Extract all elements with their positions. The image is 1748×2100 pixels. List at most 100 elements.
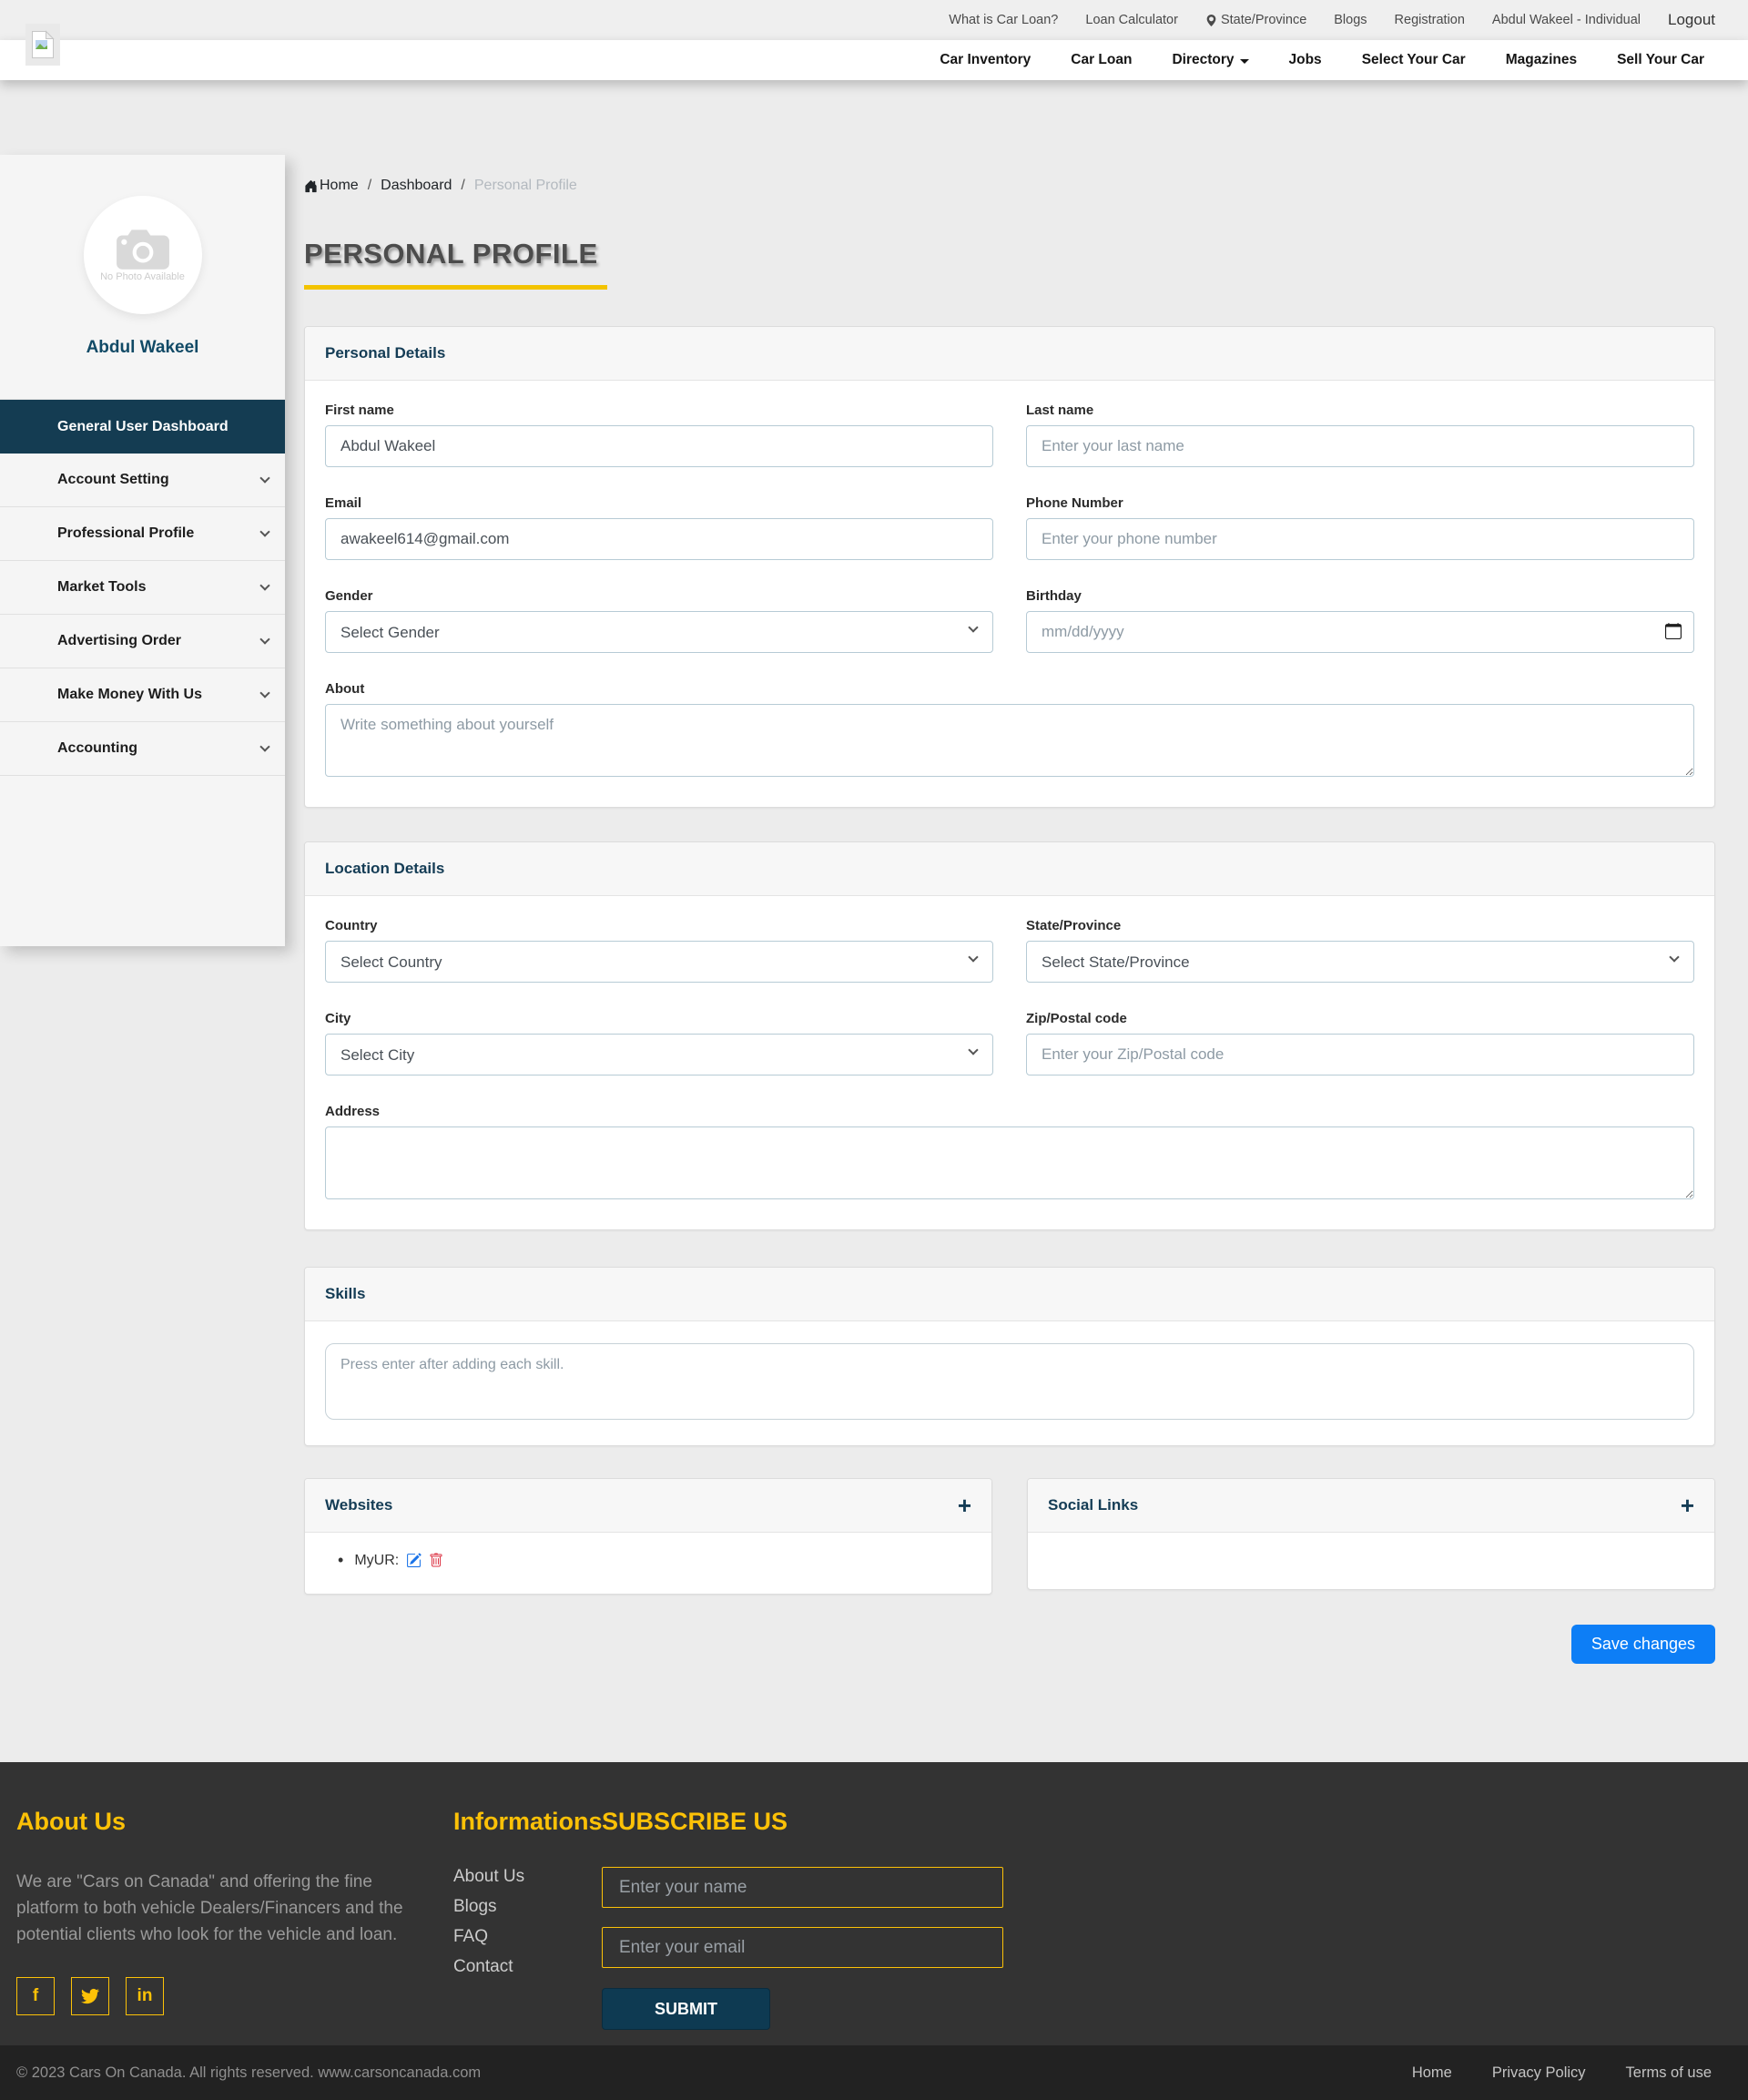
address-field-group: Address bbox=[325, 1104, 1694, 1204]
map-pin-icon bbox=[1205, 14, 1217, 27]
skills-input[interactable]: Press enter after adding each skill. bbox=[325, 1343, 1694, 1420]
chevron-down-icon bbox=[259, 688, 269, 698]
subscribe-name-input[interactable] bbox=[602, 1867, 1003, 1908]
topbar-link-state-province[interactable]: State/Province bbox=[1205, 13, 1306, 27]
website-entry-label: MyUR: bbox=[354, 1553, 399, 1569]
nav-jobs[interactable]: Jobs bbox=[1289, 52, 1322, 68]
nav-magazines[interactable]: Magazines bbox=[1506, 52, 1577, 68]
email-field-group: Email bbox=[325, 495, 993, 560]
social-links-heading: Social Links bbox=[1048, 1496, 1138, 1514]
nav-sell-your-car[interactable]: Sell Your Car bbox=[1617, 52, 1704, 68]
chevron-down-icon bbox=[259, 473, 269, 483]
title-underline bbox=[304, 285, 607, 290]
breadcrumb-current: Personal Profile bbox=[474, 178, 577, 194]
nav-directory[interactable]: Directory bbox=[1172, 52, 1248, 68]
websites-heading: Websites bbox=[325, 1496, 392, 1514]
camera-icon bbox=[115, 228, 171, 270]
topbar-link-registration[interactable]: Registration bbox=[1395, 13, 1465, 27]
about-label: About bbox=[325, 681, 1694, 697]
sidebar-item-accounting[interactable]: Accounting bbox=[0, 722, 285, 776]
subscribe-submit-button[interactable]: SUBMIT bbox=[602, 1988, 770, 2030]
email-input[interactable] bbox=[325, 518, 993, 560]
website-list-item: • MyUR: bbox=[325, 1551, 971, 1570]
avatar: No Photo Available bbox=[84, 196, 202, 314]
sidebar-item-account-setting[interactable]: Account Setting bbox=[0, 454, 285, 507]
state-field-group: State/Province Select State/Province bbox=[1026, 918, 1694, 983]
main-area: No Photo Available Abdul Wakeel General … bbox=[0, 80, 1748, 1762]
footer-bottom-bar: © 2023 Cars On Canada. All rights reserv… bbox=[0, 2045, 1748, 2100]
birthday-field-group: Birthday bbox=[1026, 588, 1694, 653]
state-select[interactable]: Select State/Province bbox=[1026, 941, 1694, 983]
save-changes-button[interactable]: Save changes bbox=[1571, 1625, 1715, 1664]
copyright-text: © 2023 Cars On Canada. All rights reserv… bbox=[16, 2064, 481, 2082]
footer: About Us We are "Cars on Canada" and off… bbox=[0, 1762, 1748, 2045]
sidebar-item-market-tools[interactable]: Market Tools bbox=[0, 561, 285, 615]
add-social-link-button[interactable]: + bbox=[1681, 1496, 1694, 1514]
footer-about-text: We are "Cars on Canada" and offering the… bbox=[16, 1869, 435, 1948]
zip-label: Zip/Postal code bbox=[1026, 1011, 1694, 1026]
twitter-icon[interactable] bbox=[71, 1977, 109, 2015]
country-select[interactable]: Select Country bbox=[325, 941, 993, 983]
page-title: PERSONAL PROFILE bbox=[304, 238, 1715, 270]
email-label: Email bbox=[325, 495, 993, 511]
topbar-link-what-is-car-loan[interactable]: What is Car Loan? bbox=[949, 13, 1058, 27]
linkedin-icon[interactable]: in bbox=[126, 1977, 164, 2015]
breadcrumb-home[interactable]: Home bbox=[304, 178, 359, 194]
sidebar-item-advertising-order[interactable]: Advertising Order bbox=[0, 615, 285, 668]
breadcrumb-dashboard[interactable]: Dashboard bbox=[381, 178, 452, 194]
city-select[interactable]: Select City bbox=[325, 1034, 993, 1075]
topbar-link-blogs[interactable]: Blogs bbox=[1334, 13, 1367, 27]
chevron-down-icon bbox=[259, 634, 269, 644]
home-icon bbox=[304, 179, 318, 193]
gender-select[interactable]: Select Gender bbox=[325, 611, 993, 653]
footer-link-contact[interactable]: Contact bbox=[453, 1957, 513, 1976]
bottom-link-terms-of-use[interactable]: Terms of use bbox=[1626, 2064, 1712, 2082]
about-textarea[interactable] bbox=[325, 704, 1694, 777]
footer-subscribe-column: SUBSCRIBE US SUBMIT bbox=[602, 1808, 1021, 2030]
phone-input[interactable] bbox=[1026, 518, 1694, 560]
address-label: Address bbox=[325, 1104, 1694, 1119]
bottom-link-home[interactable]: Home bbox=[1412, 2064, 1452, 2082]
subscribe-email-input[interactable] bbox=[602, 1927, 1003, 1968]
broken-image-icon bbox=[31, 30, 55, 59]
sidebar-item-professional-profile[interactable]: Professional Profile bbox=[0, 507, 285, 561]
chevron-down-icon bbox=[259, 580, 269, 590]
zip-input[interactable] bbox=[1026, 1034, 1694, 1075]
nav-car-loan[interactable]: Car Loan bbox=[1071, 52, 1132, 68]
location-details-card: Location Details Country Select Country bbox=[304, 841, 1715, 1230]
footer-link-blogs[interactable]: Blogs bbox=[453, 1897, 497, 1916]
address-textarea[interactable] bbox=[325, 1126, 1694, 1199]
logout-button[interactable]: Logout bbox=[1668, 11, 1715, 29]
bullet: • bbox=[338, 1551, 343, 1570]
gender-label: Gender bbox=[325, 588, 993, 604]
footer-social-row: f in bbox=[16, 1977, 435, 2015]
personal-details-card: Personal Details First name Last name Em… bbox=[304, 326, 1715, 808]
topbar-link-loan-calculator[interactable]: Loan Calculator bbox=[1085, 13, 1178, 27]
nav-select-your-car[interactable]: Select Your Car bbox=[1362, 52, 1466, 68]
state-label: State/Province bbox=[1026, 918, 1694, 933]
bottom-link-privacy-policy[interactable]: Privacy Policy bbox=[1492, 2064, 1586, 2082]
delete-website-icon[interactable] bbox=[429, 1553, 443, 1568]
birthday-input[interactable] bbox=[1026, 611, 1694, 653]
no-photo-text: No Photo Available bbox=[100, 271, 185, 282]
phone-field-group: Phone Number bbox=[1026, 495, 1694, 560]
city-field-group: City Select City bbox=[325, 1011, 993, 1075]
last-name-input[interactable] bbox=[1026, 425, 1694, 467]
topbar-user-label[interactable]: Abdul Wakeel - Individual bbox=[1492, 13, 1641, 27]
first-name-label: First name bbox=[325, 403, 993, 418]
edit-website-icon[interactable] bbox=[406, 1553, 422, 1568]
footer-about-column: About Us We are "Cars on Canada" and off… bbox=[16, 1808, 435, 2015]
footer-link-faq[interactable]: FAQ bbox=[453, 1927, 488, 1946]
sidebar-item-make-money-with-us[interactable]: Make Money With Us bbox=[0, 668, 285, 722]
nav-car-inventory[interactable]: Car Inventory bbox=[940, 52, 1031, 68]
last-name-field-group: Last name bbox=[1026, 403, 1694, 467]
first-name-input[interactable] bbox=[325, 425, 993, 467]
zip-field-group: Zip/Postal code bbox=[1026, 1011, 1694, 1075]
add-website-button[interactable]: + bbox=[958, 1496, 971, 1514]
personal-details-heading: Personal Details bbox=[305, 327, 1714, 381]
facebook-icon[interactable]: f bbox=[16, 1977, 55, 2015]
sidebar-item-general-user-dashboard[interactable]: General User Dashboard bbox=[0, 400, 285, 454]
chevron-down-icon bbox=[1240, 59, 1249, 64]
footer-link-about-us[interactable]: About Us bbox=[453, 1867, 524, 1886]
site-logo[interactable] bbox=[25, 24, 60, 66]
